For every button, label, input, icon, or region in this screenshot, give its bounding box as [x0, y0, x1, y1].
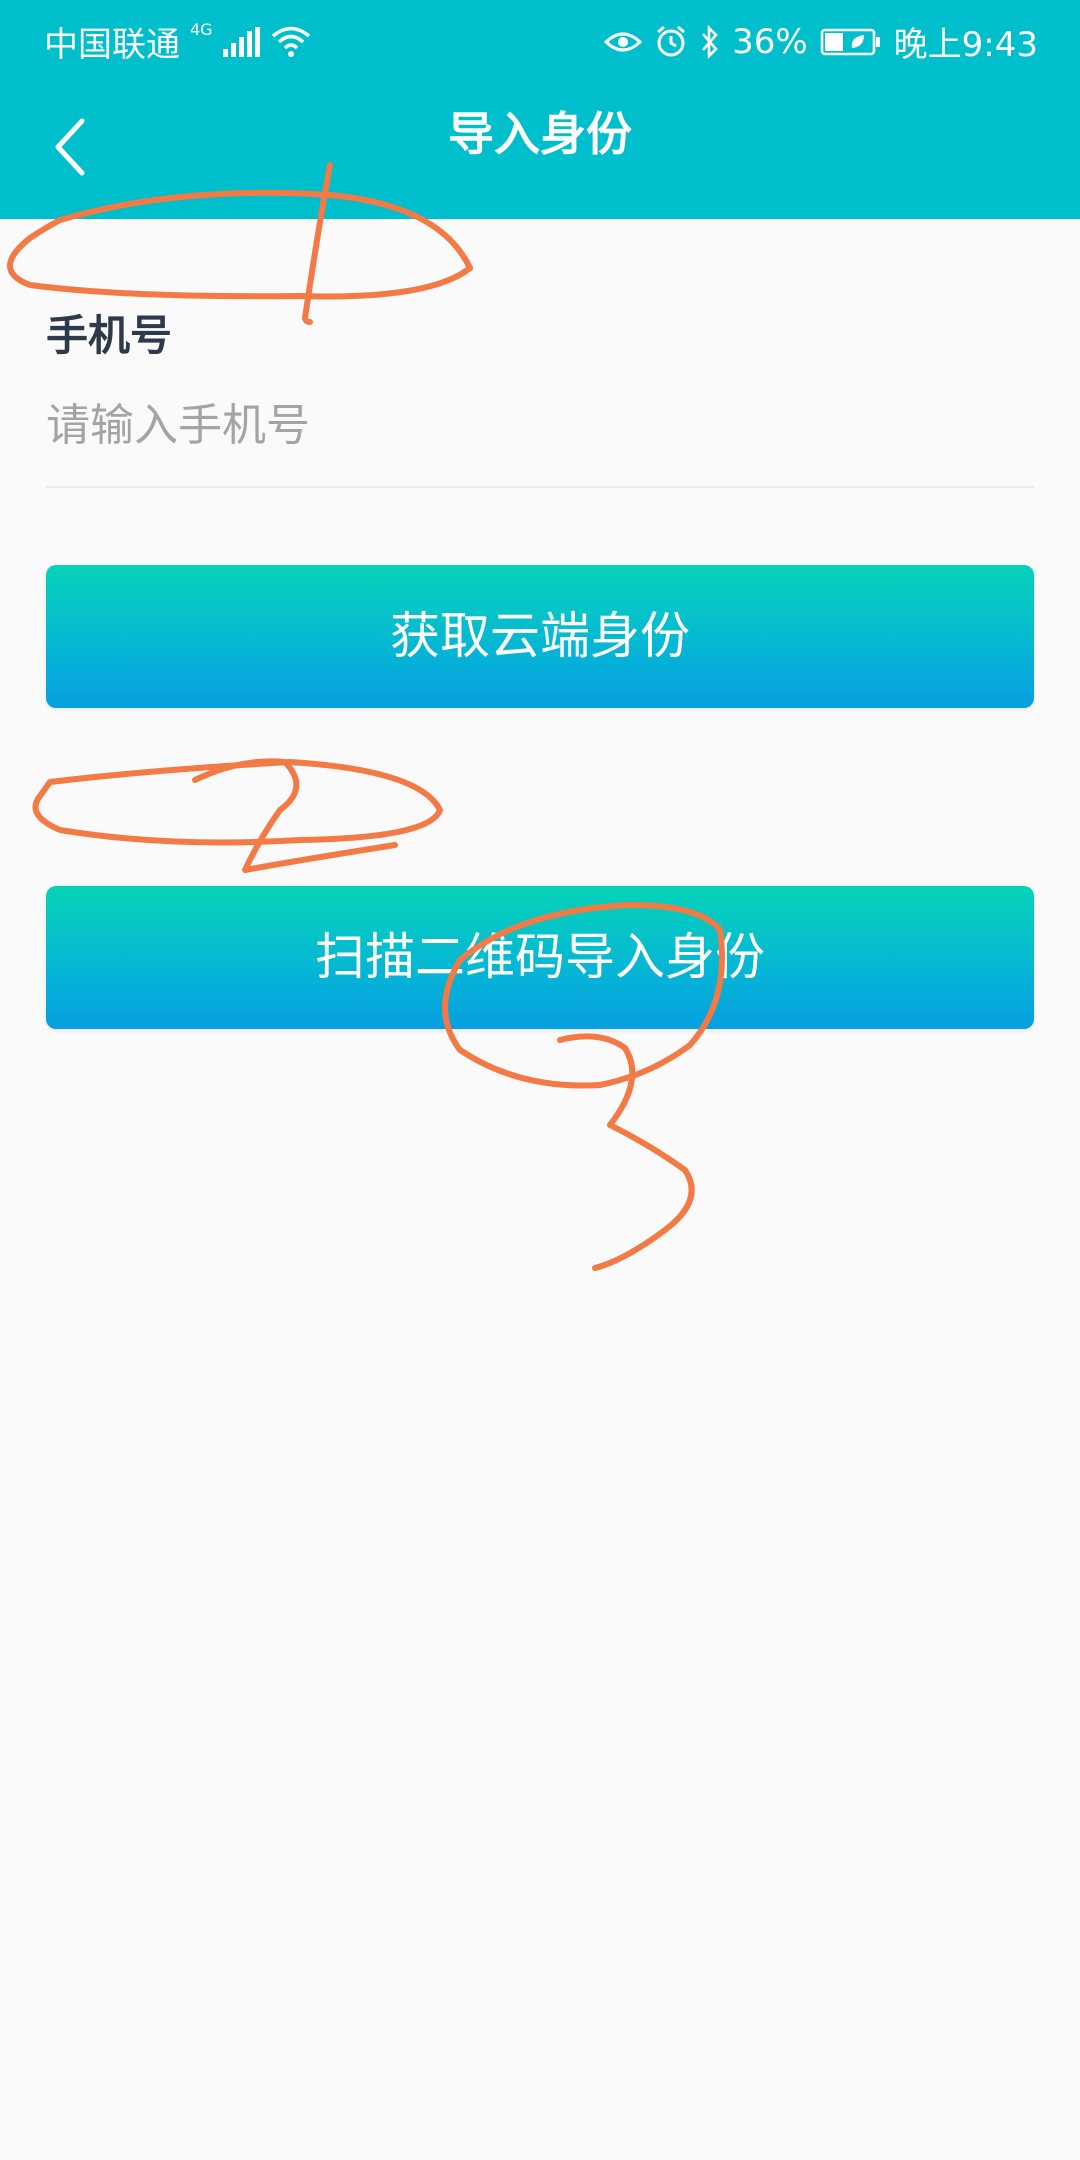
scan-qr-import-button[interactable]: 扫描二维码导入身份 — [46, 886, 1034, 1029]
top-bar: 中国联通 4G 36% 晚上9:43 导入身份 — [0, 0, 1080, 219]
input-underline — [46, 486, 1034, 488]
annotation-mark-2 — [32, 759, 443, 846]
phone-input[interactable] — [46, 392, 1034, 458]
signal-icon — [222, 26, 260, 57]
battery-percent: 36% — [732, 21, 808, 62]
alarm-icon — [654, 25, 688, 59]
phone-label: 手机号 — [46, 311, 173, 360]
page-title: 导入身份 — [448, 107, 632, 161]
status-bar: 中国联通 4G 36% 晚上9:43 — [0, 0, 1080, 75]
battery-icon — [820, 27, 882, 57]
network-type: 4G — [190, 20, 213, 39]
eye-icon — [604, 29, 643, 55]
carrier-name: 中国联通 — [44, 25, 180, 65]
bluetooth-icon — [700, 24, 720, 59]
get-cloud-identity-button[interactable]: 获取云端身份 — [46, 565, 1034, 708]
wifi-icon — [270, 25, 312, 59]
clock-time: 晚上9:43 — [893, 25, 1038, 65]
